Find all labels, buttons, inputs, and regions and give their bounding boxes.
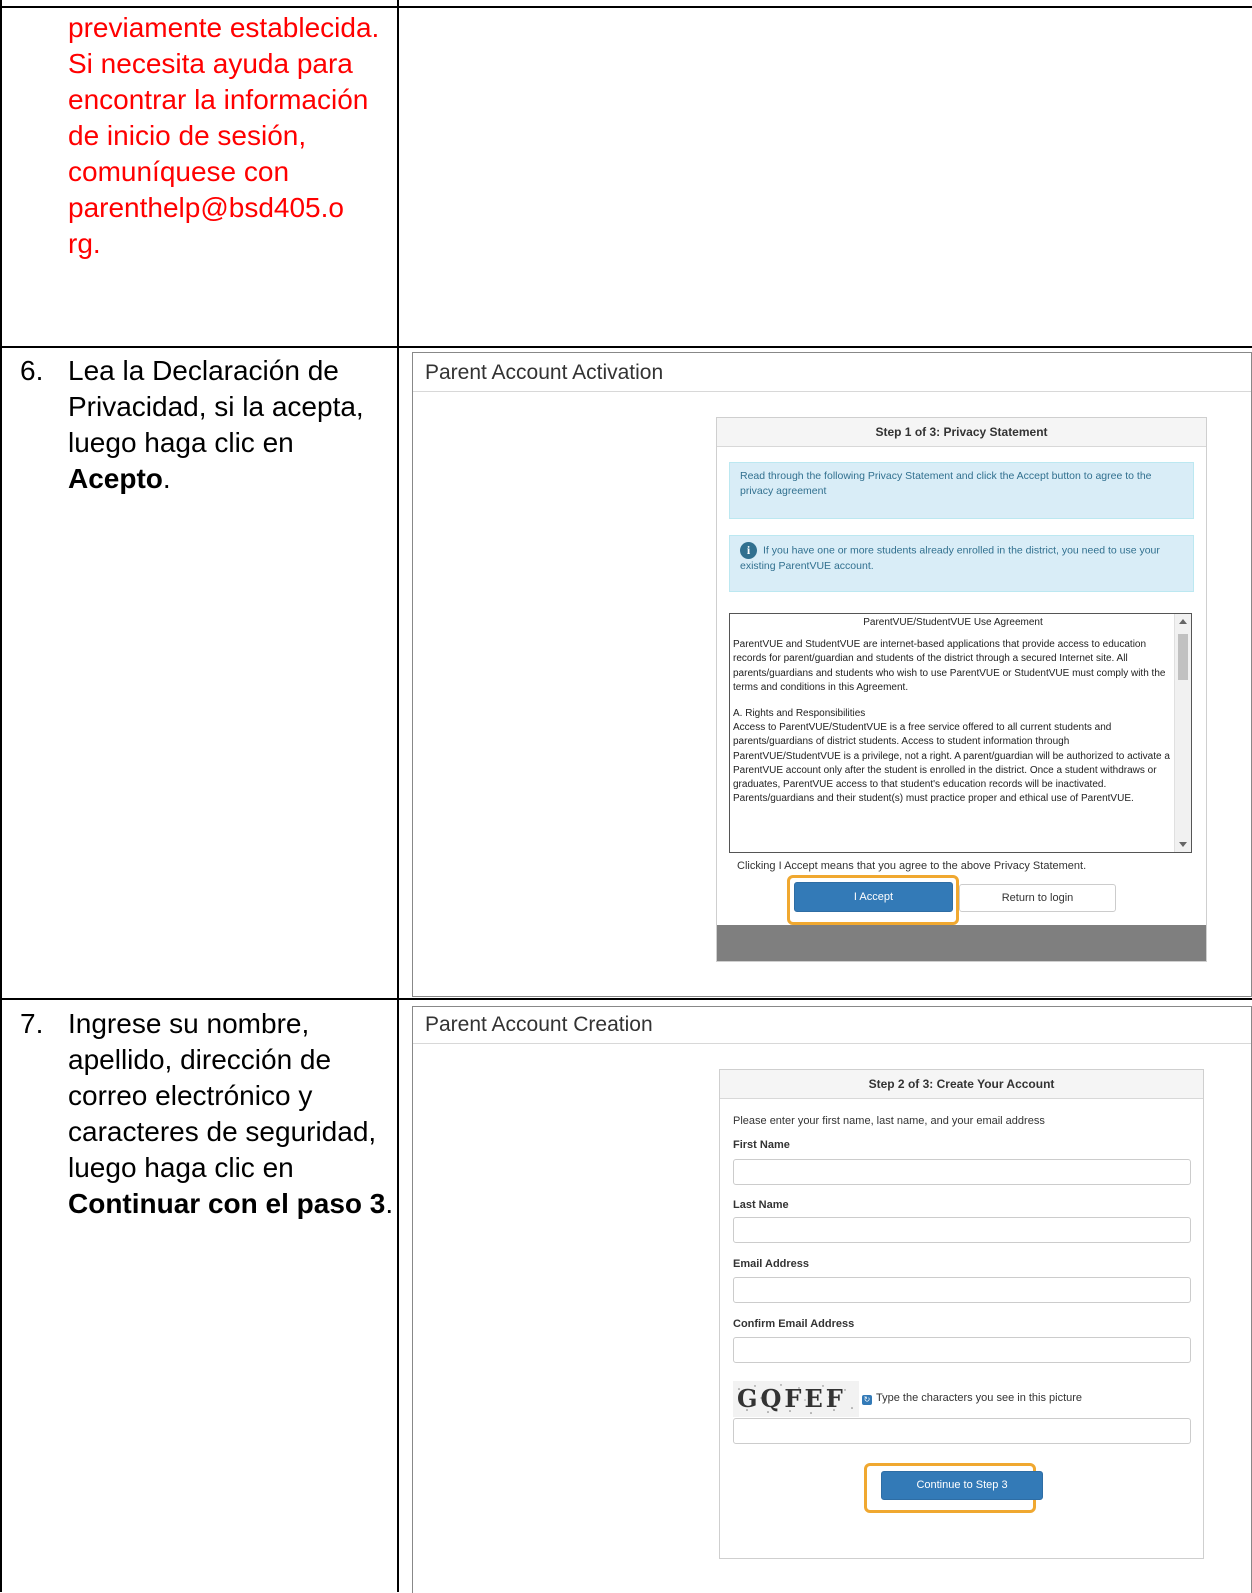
existing-account-alert: i If you have one or more students alread…: [729, 535, 1194, 592]
return-to-login-button[interactable]: Return to login: [959, 884, 1116, 912]
first-name-label: First Name: [733, 1139, 790, 1151]
privacy-panel: Step 1 of 3: Privacy Statement Read thro…: [716, 417, 1207, 962]
existing-account-text: If you have one or more students already…: [740, 544, 1160, 572]
step-7-bold: Continuar con el paso 3: [68, 1188, 386, 1219]
step-6-text: Lea la Declaración de Privacidad, si la …: [68, 353, 398, 497]
login-help-red-text: previamente establecida. Si necesita ayu…: [68, 12, 380, 259]
captcha-prompt: Type the characters you see in this pict…: [876, 1392, 1083, 1404]
use-agreement-box[interactable]: ParentVUE/StudentVUE Use Agreement Paren…: [729, 613, 1192, 853]
captcha-input[interactable]: [733, 1418, 1191, 1444]
creation-screenshot: Parent Account Creation Step 2 of 3: Cre…: [412, 1006, 1252, 1593]
privacy-instruction-text: Read through the following Privacy State…: [740, 470, 1152, 497]
step-7-text-before: Ingrese su nombre, apellido, dirección d…: [68, 1008, 377, 1183]
first-name-input[interactable]: [733, 1159, 1191, 1185]
agreement-paragraph-2: Access to ParentVUE/StudentVUE is a free…: [733, 722, 1170, 805]
captcha-image: GQFEF: [733, 1381, 859, 1417]
step-6-text-after: .: [162, 463, 171, 494]
privacy-instruction-alert: Read through the following Privacy State…: [729, 462, 1194, 519]
email-input[interactable]: [733, 1277, 1191, 1303]
info-icon: i: [740, 542, 757, 559]
creation-title-rule: [413, 1043, 1252, 1044]
step-6-number: 6.: [20, 355, 44, 386]
create-account-panel-title: Step 2 of 3: Create Your Account: [720, 1070, 1203, 1099]
agreement-heading-a: A. Rights and Responsibilities: [733, 708, 866, 720]
consent-text: Clicking I Accept means that you agree t…: [737, 860, 1087, 872]
activation-page-title: Parent Account Activation: [425, 361, 664, 384]
table-border-top: [0, 6, 398, 8]
confirm-email-label: Confirm Email Address: [733, 1318, 855, 1330]
i-accept-button[interactable]: I Accept: [794, 882, 953, 912]
use-agreement-content: ParentVUE/StudentVUE Use Agreement Paren…: [733, 616, 1173, 806]
last-name-label: Last Name: [733, 1199, 789, 1211]
creation-page-title: Parent Account Creation: [425, 1013, 653, 1036]
login-help-text: previamente establecida. Si necesita ayu…: [68, 10, 380, 262]
table-border-top-right: [397, 6, 1252, 8]
scroll-down-arrow-icon[interactable]: [1179, 842, 1187, 847]
last-name-input[interactable]: [733, 1217, 1191, 1243]
continue-to-step-3-button[interactable]: Continue to Step 3: [881, 1471, 1043, 1500]
row-divider-2: [0, 998, 1252, 1000]
step-7-cell: 7. Ingrese su nombre, apellido, direcció…: [20, 1006, 393, 1256]
agreement-paragraph-1: ParentVUE and StudentVUE are internet-ba…: [733, 639, 1166, 693]
activation-title-rule: [413, 391, 1252, 392]
step-7-number: 7.: [20, 1008, 44, 1039]
captcha-characters: GQFEF: [737, 1384, 846, 1413]
email-label: Email Address: [733, 1258, 810, 1270]
step-6-text-before: Lea la Declaración de Privacidad, si la …: [68, 355, 364, 458]
activation-screenshot: Parent Account Activation Step 1 of 3: P…: [412, 352, 1252, 997]
table-border-middle: [397, 0, 399, 1592]
scroll-thumb[interactable]: [1178, 634, 1188, 680]
step-7-text-after: .: [385, 1188, 394, 1219]
table-border-left: [0, 0, 2, 1592]
panel-footer-bar: [717, 925, 1206, 961]
step-6-cell: 6. Lea la Declaración de Privacidad, si …: [20, 353, 390, 494]
confirm-email-input[interactable]: [733, 1337, 1191, 1363]
step-7-text: Ingrese su nombre, apellido, dirección d…: [68, 1006, 398, 1222]
create-account-panel: Step 2 of 3: Create Your Account Please …: [719, 1069, 1204, 1559]
scroll-up-arrow-icon[interactable]: [1179, 619, 1187, 624]
refresh-captcha-icon[interactable]: ↻: [862, 1395, 872, 1405]
agreement-title: ParentVUE/StudentVUE Use Agreement: [863, 617, 1043, 628]
agreement-scrollbar[interactable]: [1174, 614, 1191, 852]
step-6-bold: Acepto: [68, 463, 163, 494]
privacy-panel-title: Step 1 of 3: Privacy Statement: [717, 418, 1206, 447]
row-divider-1: [0, 346, 1252, 348]
instruction-table: previamente establecida. Si necesita ayu…: [0, 0, 1252, 1593]
create-account-intro: Please enter your first name, last name,…: [733, 1115, 1045, 1127]
